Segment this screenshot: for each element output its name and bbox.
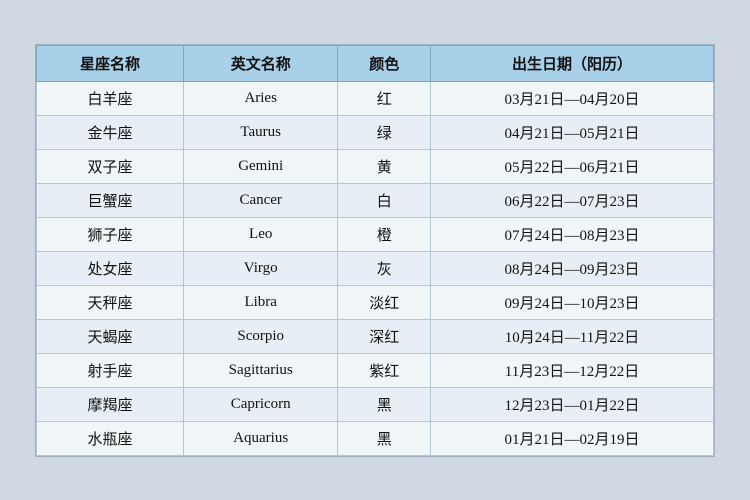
table-body: 白羊座Aries红03月21日—04月20日金牛座Taurus绿04月21日—0…	[37, 81, 714, 455]
cell-dates: 12月23日—01月22日	[430, 387, 713, 421]
cell-english-name: Taurus	[183, 115, 337, 149]
cell-color: 深红	[338, 319, 431, 353]
table-row: 摩羯座Capricorn黑12月23日—01月22日	[37, 387, 714, 421]
table-row: 天蝎座Scorpio深红10月24日—11月22日	[37, 319, 714, 353]
table-row: 射手座Sagittarius紫红11月23日—12月22日	[37, 353, 714, 387]
cell-english-name: Aries	[183, 81, 337, 115]
zodiac-table: 星座名称 英文名称 颜色 出生日期（阳历） 白羊座Aries红03月21日—04…	[36, 45, 714, 456]
cell-english-name: Cancer	[183, 183, 337, 217]
table-row: 天秤座Libra淡红09月24日—10月23日	[37, 285, 714, 319]
cell-chinese-name: 双子座	[37, 149, 184, 183]
cell-color: 绿	[338, 115, 431, 149]
cell-chinese-name: 天蝎座	[37, 319, 184, 353]
cell-dates: 10月24日—11月22日	[430, 319, 713, 353]
cell-chinese-name: 巨蟹座	[37, 183, 184, 217]
table-row: 水瓶座Aquarius黑01月21日—02月19日	[37, 421, 714, 455]
header-chinese-name: 星座名称	[37, 45, 184, 81]
header-dates: 出生日期（阳历）	[430, 45, 713, 81]
cell-color: 黑	[338, 421, 431, 455]
cell-color: 灰	[338, 251, 431, 285]
cell-dates: 09月24日—10月23日	[430, 285, 713, 319]
cell-english-name: Virgo	[183, 251, 337, 285]
cell-dates: 03月21日—04月20日	[430, 81, 713, 115]
cell-english-name: Capricorn	[183, 387, 337, 421]
cell-chinese-name: 狮子座	[37, 217, 184, 251]
cell-dates: 08月24日—09月23日	[430, 251, 713, 285]
table-row: 白羊座Aries红03月21日—04月20日	[37, 81, 714, 115]
cell-chinese-name: 金牛座	[37, 115, 184, 149]
table-row: 狮子座Leo橙07月24日—08月23日	[37, 217, 714, 251]
cell-color: 橙	[338, 217, 431, 251]
cell-english-name: Scorpio	[183, 319, 337, 353]
cell-english-name: Sagittarius	[183, 353, 337, 387]
header-english-name: 英文名称	[183, 45, 337, 81]
cell-chinese-name: 射手座	[37, 353, 184, 387]
cell-english-name: Leo	[183, 217, 337, 251]
cell-color: 紫红	[338, 353, 431, 387]
cell-color: 淡红	[338, 285, 431, 319]
cell-chinese-name: 处女座	[37, 251, 184, 285]
cell-chinese-name: 摩羯座	[37, 387, 184, 421]
table-header-row: 星座名称 英文名称 颜色 出生日期（阳历）	[37, 45, 714, 81]
table-row: 处女座Virgo灰08月24日—09月23日	[37, 251, 714, 285]
cell-chinese-name: 水瓶座	[37, 421, 184, 455]
cell-chinese-name: 天秤座	[37, 285, 184, 319]
cell-color: 黄	[338, 149, 431, 183]
cell-dates: 04月21日—05月21日	[430, 115, 713, 149]
cell-dates: 07月24日—08月23日	[430, 217, 713, 251]
cell-dates: 06月22日—07月23日	[430, 183, 713, 217]
cell-english-name: Gemini	[183, 149, 337, 183]
cell-chinese-name: 白羊座	[37, 81, 184, 115]
header-color: 颜色	[338, 45, 431, 81]
table-row: 双子座Gemini黄05月22日—06月21日	[37, 149, 714, 183]
zodiac-table-container: 星座名称 英文名称 颜色 出生日期（阳历） 白羊座Aries红03月21日—04…	[35, 44, 715, 457]
cell-color: 红	[338, 81, 431, 115]
cell-color: 白	[338, 183, 431, 217]
table-row: 巨蟹座Cancer白06月22日—07月23日	[37, 183, 714, 217]
cell-english-name: Libra	[183, 285, 337, 319]
cell-dates: 01月21日—02月19日	[430, 421, 713, 455]
table-row: 金牛座Taurus绿04月21日—05月21日	[37, 115, 714, 149]
cell-color: 黑	[338, 387, 431, 421]
cell-dates: 05月22日—06月21日	[430, 149, 713, 183]
cell-english-name: Aquarius	[183, 421, 337, 455]
cell-dates: 11月23日—12月22日	[430, 353, 713, 387]
